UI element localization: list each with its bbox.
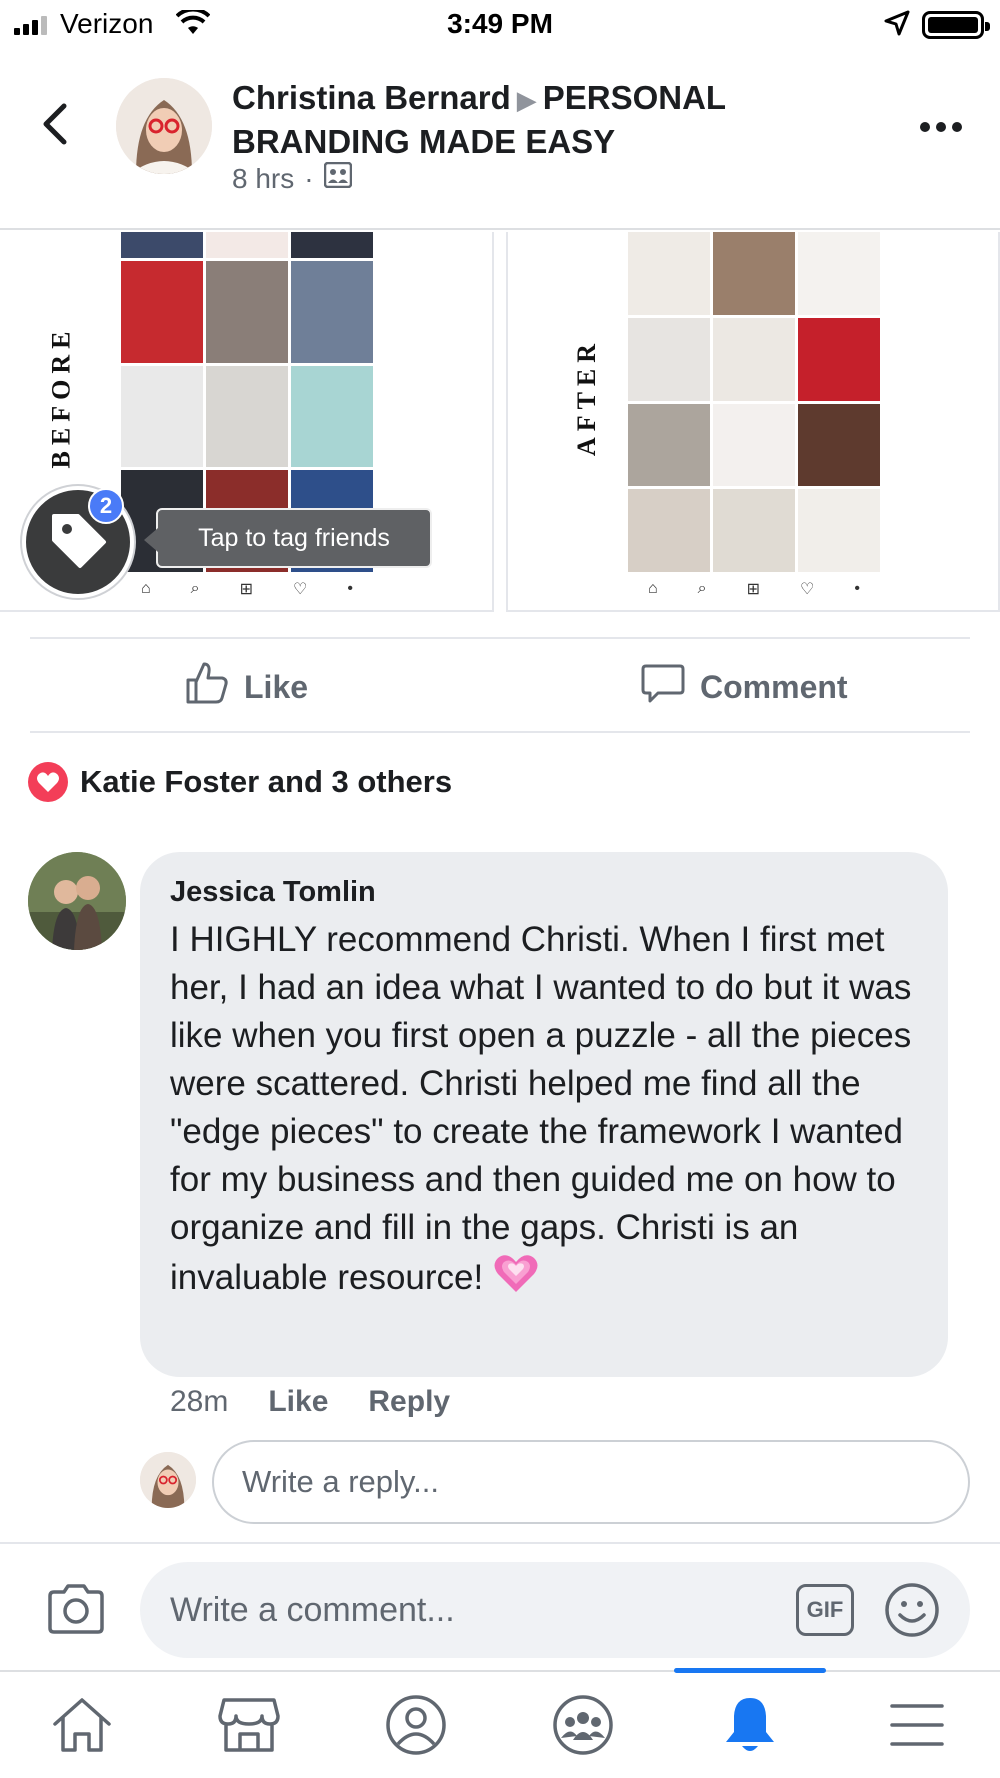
comment-body: I HIGHLY recommend Christi. When I first…: [170, 920, 912, 1297]
author-avatar[interactable]: [116, 78, 212, 174]
emoji-smiley-icon[interactable]: [884, 1582, 940, 1643]
active-tab-indicator: [674, 1668, 826, 1673]
status-bar: Verizon 3:49 PM: [0, 0, 1000, 52]
post-title: Christina Bernard ▶ PERSONAL BRANDING MADE…: [232, 77, 792, 163]
comment-label: Comment: [700, 668, 848, 705]
thumbs-up-icon: [184, 660, 230, 714]
commenter-avatar[interactable]: [28, 852, 126, 950]
meta-separator: ·: [304, 162, 314, 194]
gif-button[interactable]: GIF: [796, 1584, 854, 1636]
tag-count-badge: 2: [88, 488, 124, 524]
comment-time: 28m: [170, 1385, 229, 1418]
tag-tooltip[interactable]: Tap to tag friends: [144, 508, 432, 568]
comment-like-button[interactable]: Like: [268, 1380, 328, 1424]
reply-avatar: [140, 1452, 196, 1508]
camera-icon[interactable]: [46, 1584, 106, 1639]
clock: 3:49 PM: [447, 8, 553, 39]
comment-composer: Write a comment... GIF: [0, 1542, 1000, 1670]
reactions-summary[interactable]: Katie Foster and 3 others: [28, 762, 452, 802]
post-photos: BEFORE ⌂ ⌕ ⊞ ♡ • AFTER ⌂ ⌕ ⊞ ♡ •: [0, 232, 1000, 612]
tab-bar: [0, 1668, 1000, 1778]
comment-bubble-icon: [640, 660, 686, 714]
after-label: AFTER: [572, 337, 602, 457]
reactions-text: Katie Foster and 3 others: [80, 764, 453, 799]
more-options-icon[interactable]: [920, 122, 962, 132]
like-label: Like: [244, 668, 309, 705]
like-button[interactable]: Like: [184, 639, 308, 735]
menu-icon[interactable]: [877, 1690, 957, 1760]
post-time[interactable]: 8 hrs: [232, 163, 294, 195]
marketplace-icon[interactable]: [209, 1690, 289, 1760]
post-meta: 8 hrs ·: [232, 161, 352, 195]
groups-icon[interactable]: [543, 1690, 623, 1760]
notifications-icon[interactable]: [710, 1690, 790, 1760]
back-chevron-icon[interactable]: [40, 102, 70, 151]
location-arrow-icon: [884, 10, 910, 41]
comment-bubble[interactable]: Jessica Tomlin I HIGHLY recommend Christ…: [140, 852, 948, 1377]
group-audience-icon: [323, 161, 352, 195]
post-actions: Like Comment: [30, 637, 970, 733]
post-header: Christina Bernard ▶ PERSONAL BRANDING MADE…: [0, 52, 1000, 230]
comment-button[interactable]: Comment: [640, 639, 848, 735]
comment-meta: 28m Like Reply: [170, 1380, 450, 1424]
home-icon[interactable]: [42, 1690, 122, 1760]
reply-input[interactable]: Write a reply...: [212, 1440, 970, 1524]
before-label: BEFORE: [46, 325, 76, 469]
commenter-name[interactable]: Jessica Tomlin: [170, 872, 918, 912]
after-photo[interactable]: AFTER ⌂ ⌕ ⊞ ♡ •: [506, 232, 1000, 612]
battery-icon: [922, 11, 990, 39]
comment-reply-button[interactable]: Reply: [368, 1380, 450, 1424]
before-phone-bar: ⌂ ⌕ ⊞ ♡ •: [141, 580, 353, 598]
shared-to-arrow-icon: ▶: [516, 85, 537, 115]
growing-heart-emoji-icon: [493, 1252, 539, 1307]
profile-icon[interactable]: [376, 1690, 456, 1760]
after-grid: [628, 232, 880, 572]
comment-text: I HIGHLY recommend Christi. When I first…: [170, 916, 918, 1307]
after-phone-bar: ⌂ ⌕ ⊞ ♡ •: [648, 580, 860, 598]
author-name[interactable]: Christina Bernard: [232, 79, 511, 116]
love-reaction-icon: [28, 762, 68, 802]
